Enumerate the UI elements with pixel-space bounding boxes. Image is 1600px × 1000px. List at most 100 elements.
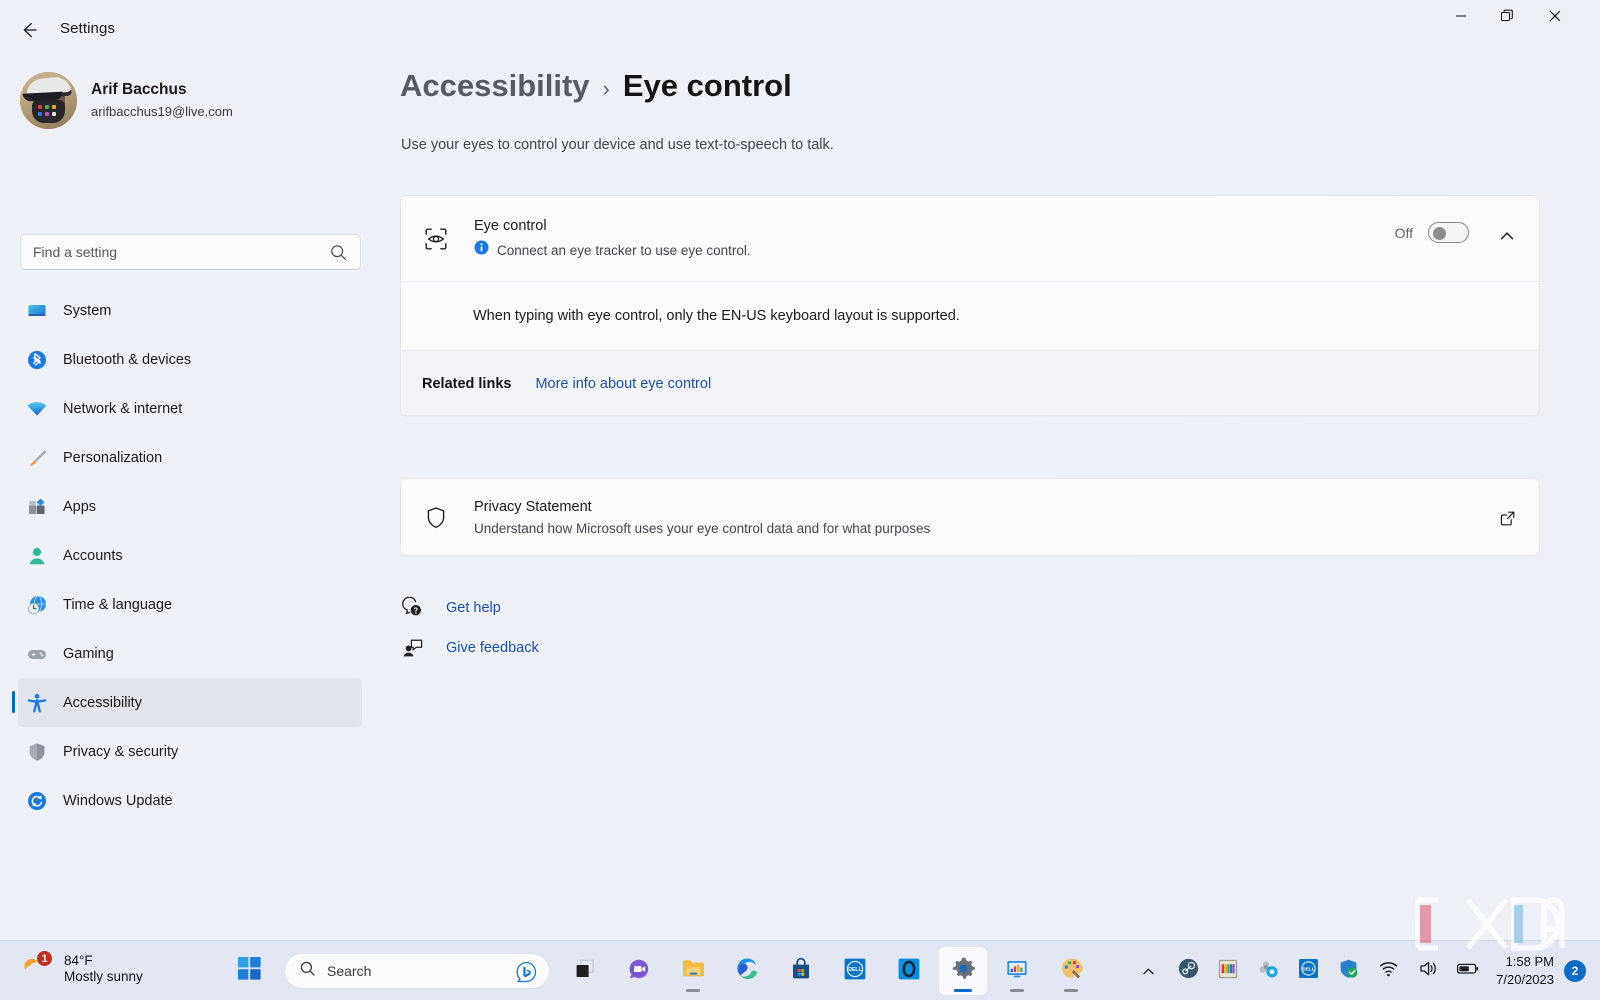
breadcrumb-separator: › <box>603 76 610 102</box>
taskbar-app-teams-chat[interactable] <box>615 947 663 995</box>
microsoft-store-icon <box>789 957 813 986</box>
footer-links: Get help Give feedback <box>390 588 539 668</box>
taskbar-app-file-explorer[interactable] <box>669 947 717 995</box>
taskbar-app-settings[interactable] <box>939 947 987 995</box>
tray-icon-wifi[interactable] <box>1373 954 1403 988</box>
settings-gear-icon <box>950 955 977 987</box>
settings-window: Settings <box>0 0 1600 920</box>
taskbar-app-alienware[interactable] <box>885 947 933 995</box>
maximize-button[interactable] <box>1484 0 1530 32</box>
get-help-link[interactable]: Get help <box>390 588 539 628</box>
sidebar-item-label: Windows Update <box>63 793 173 809</box>
toggle-state-label: Off <box>1395 225 1413 241</box>
back-button[interactable] <box>12 14 46 46</box>
collapse-expand-button[interactable] <box>1491 220 1523 252</box>
sidebar-item-gaming[interactable]: Gaming <box>18 629 362 678</box>
sidebar-item-system[interactable]: System <box>18 286 362 335</box>
close-icon <box>1548 9 1562 23</box>
taskbar-app-microsoft-store[interactable] <box>777 947 825 995</box>
onedrive-sync-icon <box>1258 958 1279 984</box>
search-input[interactable] <box>21 235 311 269</box>
eye-control-toggle-group: Off <box>1395 222 1469 243</box>
battery-icon <box>1456 958 1480 984</box>
tray-icon-onedrive-sync[interactable] <box>1253 954 1283 988</box>
sidebar-item-network-internet[interactable]: Network & internet <box>18 384 362 433</box>
microsoft-edge-icon <box>735 956 760 986</box>
feedback-person-icon <box>400 637 426 659</box>
bing-chat-icon[interactable] <box>515 961 537 988</box>
taskbar-app-microsoft-edge[interactable] <box>723 947 771 995</box>
breadcrumb: Accessibility › Eye control <box>400 68 792 104</box>
taskbar-app-task-view[interactable] <box>561 947 609 995</box>
sidebar-item-bluetooth-devices[interactable]: Bluetooth & devices <box>18 335 362 384</box>
sidebar-item-label: Privacy & security <box>63 744 178 760</box>
taskbar-search-box[interactable]: Search <box>284 953 550 989</box>
eye-control-subtitle: Connect an eye tracker to use eye contro… <box>497 243 751 258</box>
sidebar-item-accounts[interactable]: Accounts <box>18 531 362 580</box>
sidebar-item-label: Accessibility <box>63 695 142 711</box>
taskbar-search-placeholder: Search <box>327 963 371 979</box>
tray-icon-dell-support[interactable]: DELL <box>1293 954 1323 988</box>
back-arrow-icon <box>18 19 40 41</box>
breadcrumb-parent[interactable]: Accessibility <box>400 68 590 104</box>
related-link-more-info[interactable]: More info about eye control <box>535 376 711 392</box>
taskbar-app-presentation[interactable] <box>993 947 1041 995</box>
privacy-statement-subtitle: Understand how Microsoft uses your eye c… <box>474 521 930 536</box>
sidebar-item-label: Bluetooth & devices <box>63 352 191 368</box>
taskbar-clock[interactable]: 1:58 PM 7/20/2023 <box>1496 953 1554 989</box>
sidebar-item-privacy-security[interactable]: Privacy & security <box>18 727 362 776</box>
windows-start-icon <box>238 957 261 985</box>
volume-icon <box>1418 958 1439 984</box>
sidebar-item-time-language[interactable]: Time & language <box>18 580 362 629</box>
person-icon <box>25 544 49 568</box>
running-indicator <box>1010 989 1024 992</box>
update-refresh-icon <box>25 789 49 813</box>
sidebar-item-label: Apps <box>63 499 96 515</box>
sidebar-item-personalization[interactable]: Personalization <box>18 433 362 482</box>
help-question-icon <box>400 597 426 619</box>
open-external-button[interactable] <box>1491 502 1523 534</box>
taskbar-app-dell[interactable]: DELL <box>831 947 879 995</box>
taskbar-app-paint[interactable] <box>1047 947 1095 995</box>
minimize-button[interactable] <box>1438 0 1484 32</box>
sidebar-item-windows-update[interactable]: Windows Update <box>18 776 362 825</box>
settings-search-box[interactable] <box>20 234 361 270</box>
account-name: Arif Bacchus <box>91 80 233 100</box>
eye-control-header-row: Eye control Connect an eye tracker to us… <box>401 196 1539 281</box>
tray-overflow-button[interactable] <box>1133 954 1163 988</box>
chevron-up-icon <box>1141 964 1156 979</box>
give-feedback-link[interactable]: Give feedback <box>390 628 539 668</box>
teams-chat-icon <box>627 957 651 986</box>
sidebar-nav: System Bluetooth & devices <box>0 286 380 825</box>
windows-security-icon <box>1338 958 1359 984</box>
sidebar-item-apps[interactable]: Apps <box>18 482 362 531</box>
sun-cloud-icon: 1 <box>18 952 52 986</box>
clock-globe-icon <box>25 593 49 617</box>
privacy-statement-card[interactable]: Privacy Statement Understand how Microso… <box>400 478 1540 556</box>
account-tile[interactable]: Arif Bacchus arifbacchus19@live.com <box>20 72 360 129</box>
sidebar: Arif Bacchus arifbacchus19@live.com <box>0 58 380 920</box>
sidebar-item-accessibility[interactable]: Accessibility <box>18 678 362 727</box>
tray-icon-windows-security[interactable] <box>1333 954 1363 988</box>
bluetooth-icon <box>25 348 49 372</box>
close-button[interactable] <box>1532 0 1578 32</box>
tray-icon-steam[interactable] <box>1173 954 1203 988</box>
footer-link-label: Get help <box>446 600 501 616</box>
alienware-app-icon <box>897 957 921 986</box>
restore-icon <box>1499 8 1515 24</box>
steam-icon <box>1178 958 1199 984</box>
external-link-icon <box>1499 510 1516 527</box>
tray-icon-color-palette[interactable] <box>1213 954 1243 988</box>
notification-badge[interactable]: 2 <box>1564 960 1586 982</box>
taskbar-weather-widget[interactable]: 1 84°F Mostly sunny <box>18 952 143 986</box>
start-button[interactable] <box>225 947 273 995</box>
tray-icon-battery[interactable] <box>1453 954 1483 988</box>
eye-control-note: When typing with eye control, only the E… <box>401 282 1539 350</box>
app-title: Settings <box>60 20 115 37</box>
paint-icon <box>1059 956 1084 986</box>
sidebar-item-label: Accounts <box>63 548 123 564</box>
tray-icon-volume[interactable] <box>1413 954 1443 988</box>
title-bar: Settings <box>0 0 1600 58</box>
eye-control-toggle[interactable] <box>1428 222 1469 243</box>
footer-link-label: Give feedback <box>446 640 539 656</box>
